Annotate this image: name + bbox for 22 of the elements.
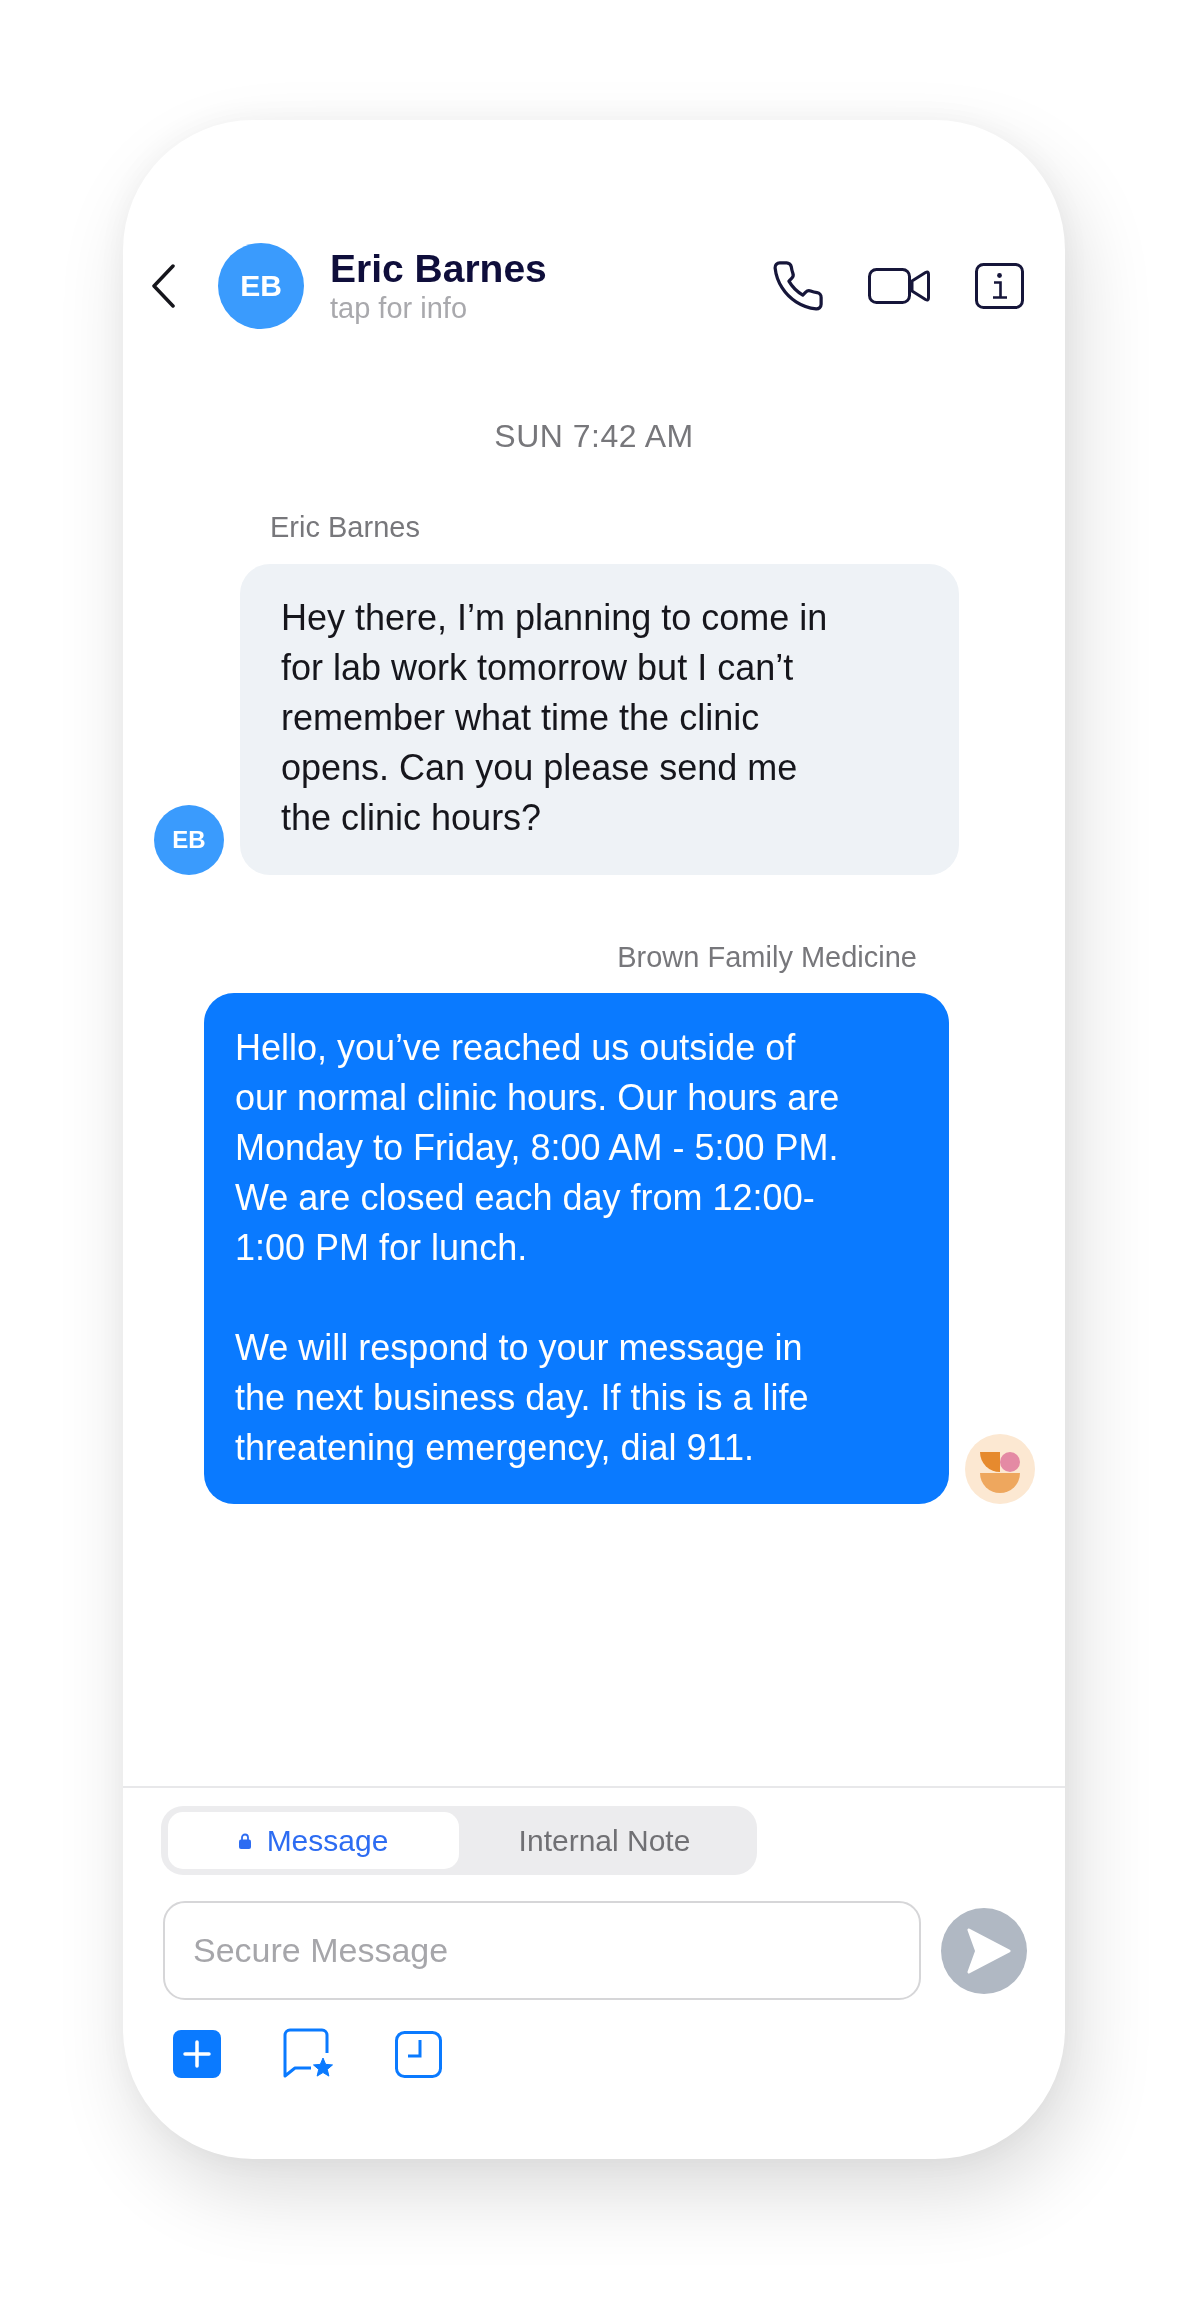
contact-name: Eric Barnes <box>330 247 547 291</box>
sender-name: Eric Barnes <box>270 510 421 544</box>
message-text: Hey there, I’m planning to come in for lab work tomorrow but I can’t remember what time the clinic opens. Can you please send me the clinic hours? <box>281 596 829 840</box>
phone-icon[interactable] <box>771 261 824 311</box>
contact-avatar[interactable]: EB <box>218 243 304 329</box>
logo-icon <box>965 1434 1035 1504</box>
plus-icon[interactable] <box>173 2030 221 2078</box>
composer-tab[interactable]: Internal Note <box>459 1812 750 1869</box>
video-camera-icon[interactable] <box>868 268 930 304</box>
chat-star-icon[interactable] <box>283 2028 335 2080</box>
sender-avatar: EB <box>154 805 224 875</box>
info-icon[interactable] <box>975 263 1024 309</box>
send-icon <box>967 1927 1011 1974</box>
composer-tab[interactable]: Message <box>168 1812 459 1869</box>
sender-name: Brown Family Medicine <box>617 940 917 974</box>
clock-icon[interactable] <box>395 2030 442 2078</box>
timestamp: SUN 7:42 AM <box>493 417 695 455</box>
back-icon[interactable] <box>151 264 176 308</box>
message-input[interactable]: Secure Message <box>163 1901 921 2000</box>
message-text: Hello, you’ve reached us outside of our normal clinic hours. Our hours are Monday to Friday, 8:00 AM - 5:00 PM. We are closed each day from 12:00-1:00 PM for lunch. <box>235 1026 841 1270</box>
contact-subtitle[interactable]: tap for info <box>330 291 547 325</box>
message-text: We will respond to your message in the next business day. If this is a life threatening emergency, dial 911. <box>235 1326 810 1470</box>
